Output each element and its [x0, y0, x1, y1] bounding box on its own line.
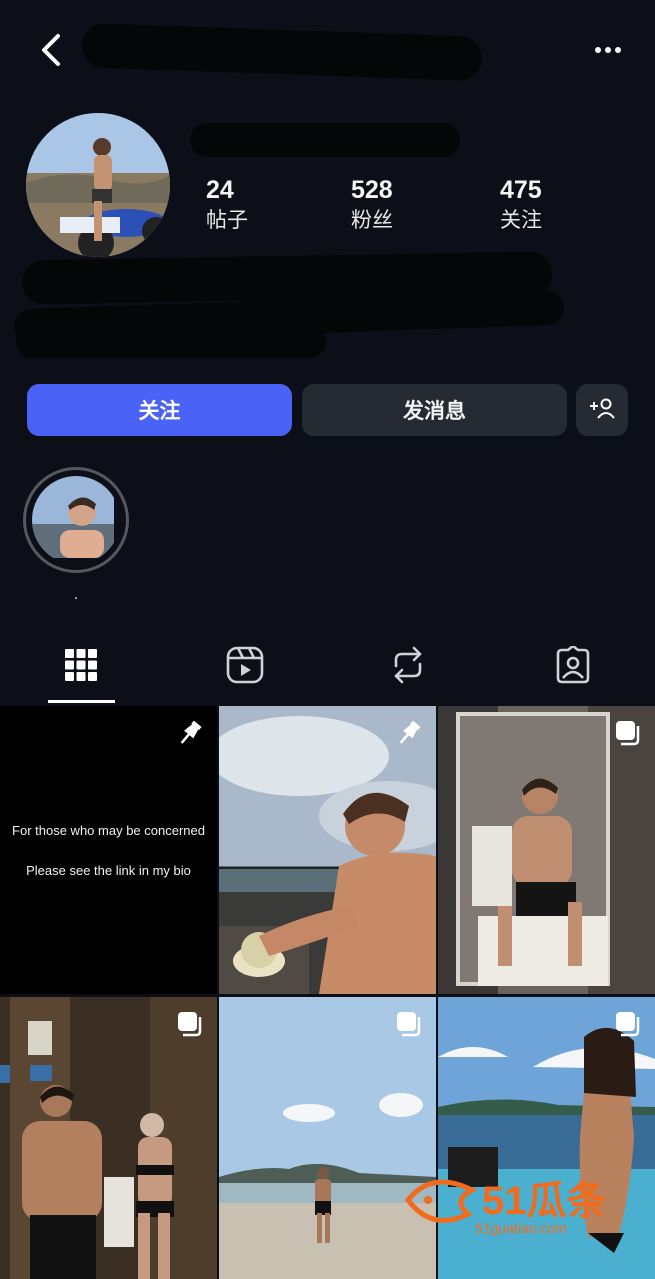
profile-tabs	[0, 630, 655, 704]
add-person-icon	[588, 396, 616, 425]
tab-tagged[interactable]	[538, 630, 608, 704]
stat-label: 帖子	[206, 208, 248, 232]
stat-posts[interactable]: 24 帖子	[206, 175, 248, 235]
stat-following[interactable]: 475 关注	[500, 175, 542, 235]
highlight-cover	[32, 476, 120, 564]
stat-followers[interactable]: 528 粉丝	[351, 175, 393, 235]
carousel-icon	[175, 1009, 205, 1039]
post-tile[interactable]	[219, 706, 436, 994]
story-highlight[interactable]	[23, 467, 129, 573]
stat-label: 关注	[500, 208, 542, 232]
pin-icon	[394, 718, 424, 748]
tab-selected-indicator	[48, 700, 115, 703]
stat-label: 粉丝	[351, 208, 393, 232]
carousel-icon	[394, 1009, 424, 1039]
back-icon[interactable]	[36, 30, 68, 70]
tab-posts[interactable]	[46, 630, 116, 704]
post-tile[interactable]: For those who may be concerned Please se…	[0, 706, 217, 994]
tagged-icon	[554, 644, 592, 688]
top-bar	[0, 0, 655, 100]
suggest-users-button[interactable]	[576, 384, 628, 436]
message-button[interactable]: 发消息	[302, 384, 567, 436]
stat-value: 528	[351, 176, 393, 204]
more-options-icon[interactable]	[590, 38, 626, 62]
post-tile[interactable]	[0, 997, 217, 1279]
follow-button[interactable]: 关注	[27, 384, 292, 436]
username-redaction	[81, 23, 483, 81]
watermark-brand: 51瓜条	[482, 1179, 607, 1223]
post-tile[interactable]	[438, 706, 655, 994]
bio-redaction	[16, 326, 326, 358]
grid-icon	[64, 648, 98, 686]
stat-value: 475	[500, 176, 542, 204]
reels-icon	[226, 646, 264, 688]
watermark-url: 51guatiao.com	[475, 1220, 567, 1236]
name-redaction	[190, 123, 460, 157]
highlight-label: .	[73, 587, 79, 603]
stat-value: 24	[206, 176, 234, 204]
tab-reposts[interactable]	[373, 630, 443, 704]
carousel-icon	[613, 1009, 643, 1039]
post-text-line: For those who may be concerned	[12, 823, 205, 838]
profile-avatar[interactable]	[26, 113, 170, 257]
post-text-line: Please see the link in my bio	[26, 863, 191, 878]
pin-icon	[175, 718, 205, 748]
carousel-icon	[613, 718, 643, 748]
tab-reels[interactable]	[210, 630, 280, 704]
reposts-icon	[390, 646, 426, 688]
